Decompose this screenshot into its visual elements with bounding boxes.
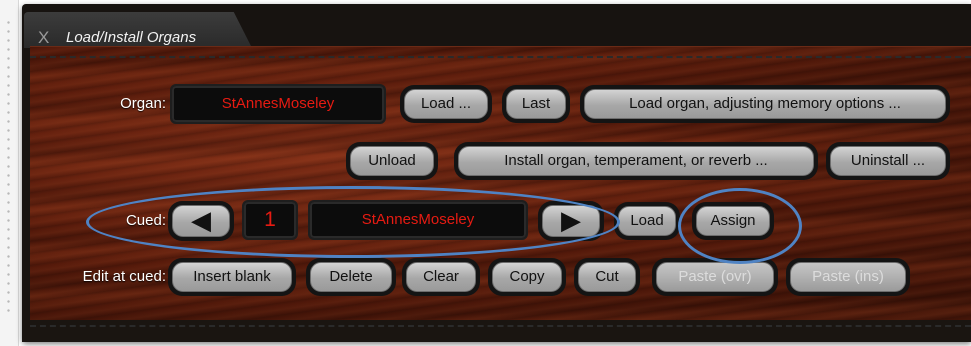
load-cued-button-label: Load xyxy=(618,206,676,236)
load-cued-button[interactable]: Load xyxy=(614,202,680,240)
last-organ-button-label: Last xyxy=(506,89,566,119)
delete-button[interactable]: Delete xyxy=(306,258,396,296)
unload-button-label: Unload xyxy=(350,146,434,176)
cued-label: Cued: xyxy=(125,212,166,229)
load-organ-button[interactable]: Load ... xyxy=(400,85,492,123)
bottom-band xyxy=(22,320,971,342)
top-stitching xyxy=(30,56,971,58)
cue-number-display: 1 xyxy=(242,200,298,240)
organ-label: Organ: xyxy=(120,95,166,112)
load-organ-button-label: Load ... xyxy=(404,89,488,119)
bottom-stitching xyxy=(30,325,971,327)
delete-button-label: Delete xyxy=(310,262,392,292)
close-icon[interactable]: X xyxy=(38,29,49,46)
clear-button-label: Clear xyxy=(406,262,476,292)
cut-button[interactable]: Cut xyxy=(574,258,640,296)
install-button[interactable]: Install organ, temperament, or reverb ..… xyxy=(454,142,818,180)
cued-organ-display: StAnnesMoseley xyxy=(308,200,528,240)
copy-button-label: Copy xyxy=(492,262,562,292)
current-organ-display: StAnnesMoseley xyxy=(170,84,386,124)
unload-button[interactable]: Unload xyxy=(346,142,438,180)
chevron-left-icon: ◀ xyxy=(172,205,230,237)
uninstall-button[interactable]: Uninstall ... xyxy=(826,142,950,180)
uninstall-button-label: Uninstall ... xyxy=(830,146,946,176)
paste-insert-button[interactable]: Paste (ins) xyxy=(786,258,910,296)
cue-previous-button[interactable]: ◀ xyxy=(168,201,234,241)
cue-next-button[interactable]: ▶ xyxy=(538,201,604,241)
install-button-label: Install organ, temperament, or reverb ..… xyxy=(458,146,814,176)
window-title: Load/Install Organs xyxy=(66,29,197,46)
clear-button[interactable]: Clear xyxy=(402,258,480,296)
load-adjusting-memory-button-label: Load organ, adjusting memory options ... xyxy=(584,89,946,119)
paste-insert-button-label: Paste (ins) xyxy=(790,262,906,292)
copy-button[interactable]: Copy xyxy=(488,258,566,296)
insert-blank-button[interactable]: Insert blank xyxy=(168,258,296,296)
margin-dots xyxy=(7,18,10,318)
assign-button[interactable]: Assign xyxy=(692,202,774,240)
load-adjusting-memory-button[interactable]: Load organ, adjusting memory options ... xyxy=(580,85,950,123)
chevron-right-icon: ▶ xyxy=(542,205,600,237)
edit-at-cued-label: Edit at cued: xyxy=(82,268,166,285)
cut-button-label: Cut xyxy=(578,262,636,292)
assign-button-label: Assign xyxy=(696,206,770,236)
last-organ-button[interactable]: Last xyxy=(502,85,570,123)
insert-blank-button-label: Insert blank xyxy=(172,262,292,292)
left-margin-strip xyxy=(0,0,19,346)
paste-overwrite-button-label: Paste (ovr) xyxy=(656,262,774,292)
paste-overwrite-button[interactable]: Paste (ovr) xyxy=(652,258,778,296)
